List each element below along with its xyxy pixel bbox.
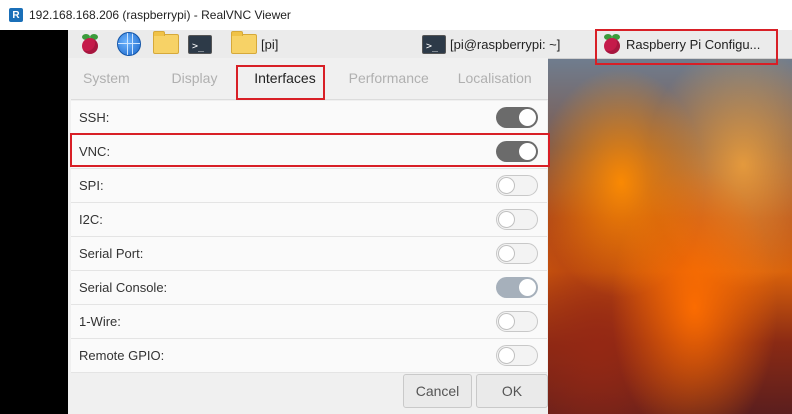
interface-row-serial-console: Serial Console:: [71, 271, 547, 305]
tab-display[interactable]: Display: [160, 58, 243, 100]
interface-label: I2C:: [79, 212, 103, 227]
tab-system[interactable]: System: [71, 58, 160, 100]
interface-label: Remote GPIO:: [79, 348, 165, 363]
highlight-box-vnc-row: [70, 133, 550, 167]
cancel-button[interactable]: Cancel: [403, 374, 472, 408]
tab-performance[interactable]: Performance: [337, 58, 446, 100]
dialog-buttons: Cancel OK: [403, 374, 548, 408]
file-manager-icon: [153, 31, 179, 54]
interface-row-serial-port: Serial Port:: [71, 237, 547, 271]
raspberry-menu-button[interactable]: [80, 32, 100, 56]
taskbar-window-file-manager[interactable]: [pi]: [231, 31, 279, 56]
taskbar-window-label: [pi@raspberrypi: ~]: [450, 36, 561, 52]
interface-row-spi: SPI:: [71, 169, 547, 203]
interface-label: SPI:: [79, 178, 104, 193]
spi-toggle[interactable]: [496, 175, 538, 196]
raspberry-menu-icon: [80, 34, 100, 54]
highlight-box-interfaces-tab: [236, 65, 325, 100]
interface-label: Serial Console:: [79, 280, 168, 295]
taskbar-window-terminal[interactable]: >_ [pi@raspberrypi: ~]: [422, 32, 560, 56]
desktop-wallpaper: [548, 58, 792, 414]
raspberry-pi-configuration-dialog: System Display Interfaces Performance Lo…: [68, 58, 548, 414]
remote-screen-left-border: [0, 30, 68, 414]
taskbar-window-label: [pi]: [261, 36, 279, 52]
interface-label: Serial Port:: [79, 246, 144, 261]
interface-row-i2c: I2C:: [71, 203, 547, 237]
serial-port-toggle[interactable]: [496, 243, 538, 264]
terminal-icon: >_: [188, 34, 212, 54]
ok-button[interactable]: OK: [476, 374, 548, 408]
interface-row-1-wire: 1-Wire:: [71, 305, 547, 339]
web-browser-launcher[interactable]: [117, 32, 141, 56]
tab-localisation[interactable]: Localisation: [446, 58, 548, 100]
highlight-box-config-window: [595, 29, 778, 65]
window-titlebar: R 192.168.168.206 (raspberrypi) - RealVN…: [0, 0, 792, 30]
globe-icon: [117, 32, 141, 56]
folder-icon: [231, 31, 257, 54]
terminal-launcher[interactable]: >_: [188, 32, 212, 56]
interface-label: SSH:: [79, 110, 110, 125]
terminal-icon: >_: [422, 34, 446, 54]
window-title: 192.168.168.206 (raspberrypi) - RealVNC …: [29, 8, 291, 22]
remote-gpio-toggle[interactable]: [496, 345, 538, 366]
interface-row-ssh: SSH:: [71, 101, 547, 135]
interface-row-remote-gpio: Remote GPIO:: [71, 339, 547, 373]
interface-label: 1-Wire:: [79, 314, 121, 329]
1-wire-toggle[interactable]: [496, 311, 538, 332]
ssh-toggle[interactable]: [496, 107, 538, 128]
serial-console-toggle[interactable]: [496, 277, 538, 298]
i2c-toggle[interactable]: [496, 209, 538, 230]
realvnc-logo-icon: R: [9, 8, 23, 22]
file-manager-launcher[interactable]: [153, 31, 179, 56]
